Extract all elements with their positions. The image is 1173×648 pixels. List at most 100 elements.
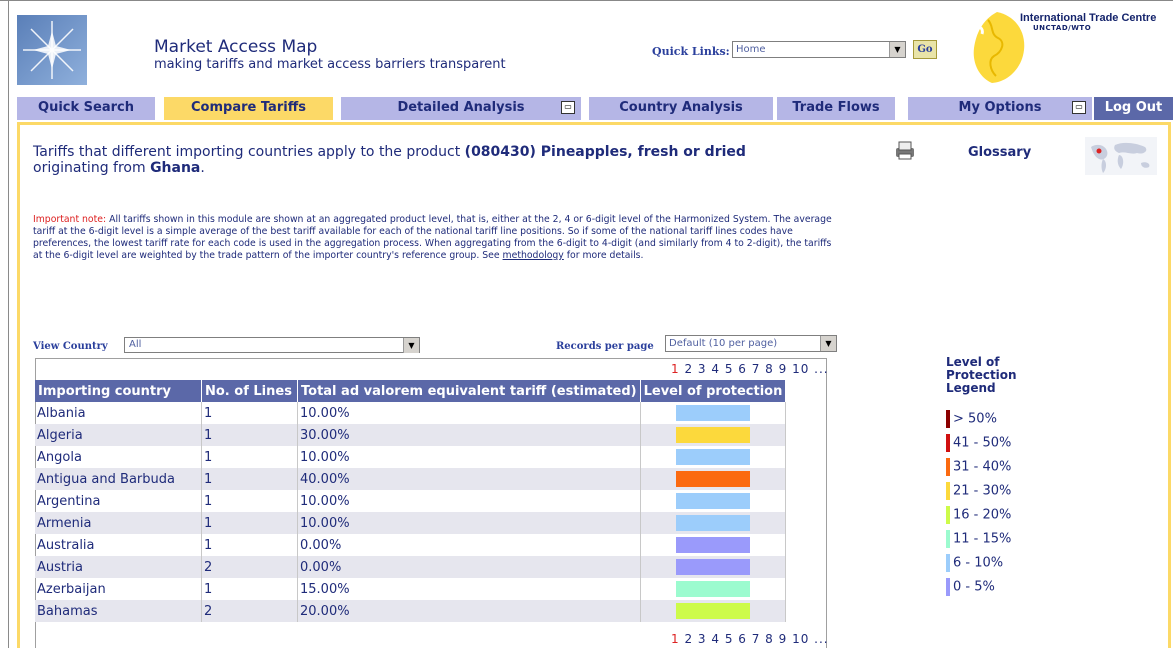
col-level-of-protection[interactable]: Level of protection — [640, 380, 787, 402]
lines-cell: 1 — [201, 446, 298, 468]
itc-subtitle: UNCTAD/WTO — [1033, 24, 1092, 32]
new-window-icon[interactable]: ▭ — [561, 101, 575, 114]
protection-level-bar — [675, 405, 750, 421]
tariff-cell: 20.00% — [297, 600, 641, 622]
main-nav: Quick Search Compare Tariffs Detailed An… — [17, 97, 1173, 120]
chevron-down-icon[interactable]: ▼ — [820, 336, 836, 351]
protection-cell — [640, 512, 787, 534]
tab-detailed-analysis-label: Detailed Analysis — [397, 100, 525, 115]
page-title: Tariffs that different importing countri… — [33, 144, 833, 176]
important-note: Important note: All tariffs shown in thi… — [33, 214, 833, 262]
legend-swatch — [946, 578, 950, 596]
headline-prefix: Tariffs that different importing countri… — [33, 144, 465, 160]
legend-label: 21 - 30% — [953, 483, 1012, 499]
protection-cell — [640, 402, 787, 424]
country-cell: Argentina — [35, 490, 202, 512]
tariff-cell: 40.00% — [297, 468, 641, 490]
printer-icon[interactable] — [893, 140, 917, 160]
pager-current-page[interactable]: 1 — [671, 362, 680, 376]
tariff-cell: 0.00% — [297, 556, 641, 578]
pagination-bottom: 1 2 3 4 5 6 7 8 9 10 ... — [671, 632, 829, 646]
legend-label: 6 - 10% — [953, 555, 1004, 571]
table-row: Antigua and Barbuda 1 40.00% — [35, 468, 787, 490]
headline-end: . — [200, 160, 205, 176]
protection-level-bar — [675, 427, 750, 443]
legend-swatch — [946, 458, 950, 476]
table-body: Albania 1 10.00% Algeria 1 30.00% Angola 1 10.00… — [35, 402, 787, 622]
new-window-icon[interactable]: ▭ — [1072, 101, 1086, 114]
legend-label: 41 - 50% — [953, 435, 1012, 451]
lines-cell: 1 — [201, 468, 298, 490]
col-no-of-lines[interactable]: No. of Lines — [201, 380, 298, 402]
itc-name: International Trade Centre — [1020, 12, 1157, 24]
globe-logo-icon — [971, 12, 1025, 83]
legend-item: 21 - 30% — [946, 482, 1011, 500]
pager-pages[interactable]: 2 3 4 5 6 7 8 9 10 ... — [684, 632, 828, 646]
pager-pages[interactable]: 2 3 4 5 6 7 8 9 10 ... — [684, 362, 828, 376]
protection-level-bar — [675, 603, 750, 619]
legend-item: > 50% — [946, 410, 997, 428]
tariff-cell: 0.00% — [297, 534, 641, 556]
col-importing-country[interactable]: Importing country — [35, 380, 202, 402]
protection-level-bar — [675, 559, 750, 575]
tab-compare-tariffs[interactable]: Compare Tariffs — [164, 97, 333, 120]
country-cell: Angola — [35, 446, 202, 468]
legend-swatch — [946, 530, 950, 548]
country-cell: Algeria — [35, 424, 202, 446]
tab-my-options[interactable]: My Options ▭ — [908, 97, 1092, 120]
tab-quick-search[interactable]: Quick Search — [17, 97, 155, 120]
table-row: Azerbaijan 1 15.00% — [35, 578, 787, 600]
protection-cell — [640, 556, 787, 578]
go-button[interactable]: Go — [913, 40, 937, 59]
methodology-link[interactable]: methodology — [503, 250, 564, 261]
legend-title-line: Legend — [946, 381, 996, 395]
lines-cell: 1 — [201, 534, 298, 556]
tariff-cell: 15.00% — [297, 578, 641, 600]
legend-item: 31 - 40% — [946, 458, 1011, 476]
protection-cell — [640, 600, 787, 622]
view-country-select[interactable]: All ▼ — [124, 337, 420, 353]
origin-country: Ghana — [150, 160, 201, 176]
legend-item: 11 - 15% — [946, 530, 1011, 548]
lines-cell: 2 — [201, 600, 298, 622]
tariff-cell: 10.00% — [297, 512, 641, 534]
country-cell: Australia — [35, 534, 202, 556]
legend-label: 11 - 15% — [953, 531, 1012, 547]
table-row: Argentina 1 10.00% — [35, 490, 787, 512]
protection-cell — [640, 446, 787, 468]
tab-country-analysis[interactable]: Country Analysis — [589, 97, 773, 120]
records-per-page-select[interactable]: Default (10 per page) ▼ — [665, 335, 837, 352]
protection-level-bar — [675, 493, 750, 509]
lines-cell: 1 — [201, 402, 298, 424]
tariff-cell: 10.00% — [297, 490, 641, 512]
legend-label: 31 - 40% — [953, 459, 1012, 475]
glossary-link[interactable]: Glossary — [968, 145, 1031, 160]
tab-trade-flows[interactable]: Trade Flows — [777, 97, 895, 120]
lines-cell: 1 — [201, 490, 298, 512]
window-left-border — [8, 0, 9, 648]
col-total-tariff[interactable]: Total ad valorem equivalent tariff (esti… — [297, 380, 641, 402]
protection-cell — [640, 468, 787, 490]
log-out-button[interactable]: Log Out — [1094, 97, 1173, 120]
app-title: Market Access Map — [154, 37, 318, 57]
headline-mid: originating from — [33, 160, 151, 176]
chevron-down-icon[interactable]: ▼ — [403, 338, 419, 353]
market-access-map-logo — [17, 15, 87, 85]
world-map-icon[interactable] — [1085, 137, 1157, 175]
chevron-down-icon[interactable]: ▼ — [889, 42, 905, 57]
star-logo-icon — [23, 21, 81, 79]
protection-cell — [640, 534, 787, 556]
quick-links-select[interactable]: Home ▼ — [732, 41, 906, 58]
protection-level-bar — [675, 515, 750, 531]
tab-my-options-label: My Options — [958, 100, 1042, 115]
protection-level-bar — [675, 581, 750, 597]
country-cell: Azerbaijan — [35, 578, 202, 600]
protection-cell — [640, 578, 787, 600]
lines-cell: 1 — [201, 512, 298, 534]
pager-current-page[interactable]: 1 — [671, 632, 680, 646]
table-row: Angola 1 10.00% — [35, 446, 787, 468]
protection-level-bar — [675, 537, 750, 553]
lines-cell: 2 — [201, 556, 298, 578]
lines-cell: 1 — [201, 578, 298, 600]
tab-detailed-analysis[interactable]: Detailed Analysis ▭ — [341, 97, 581, 120]
